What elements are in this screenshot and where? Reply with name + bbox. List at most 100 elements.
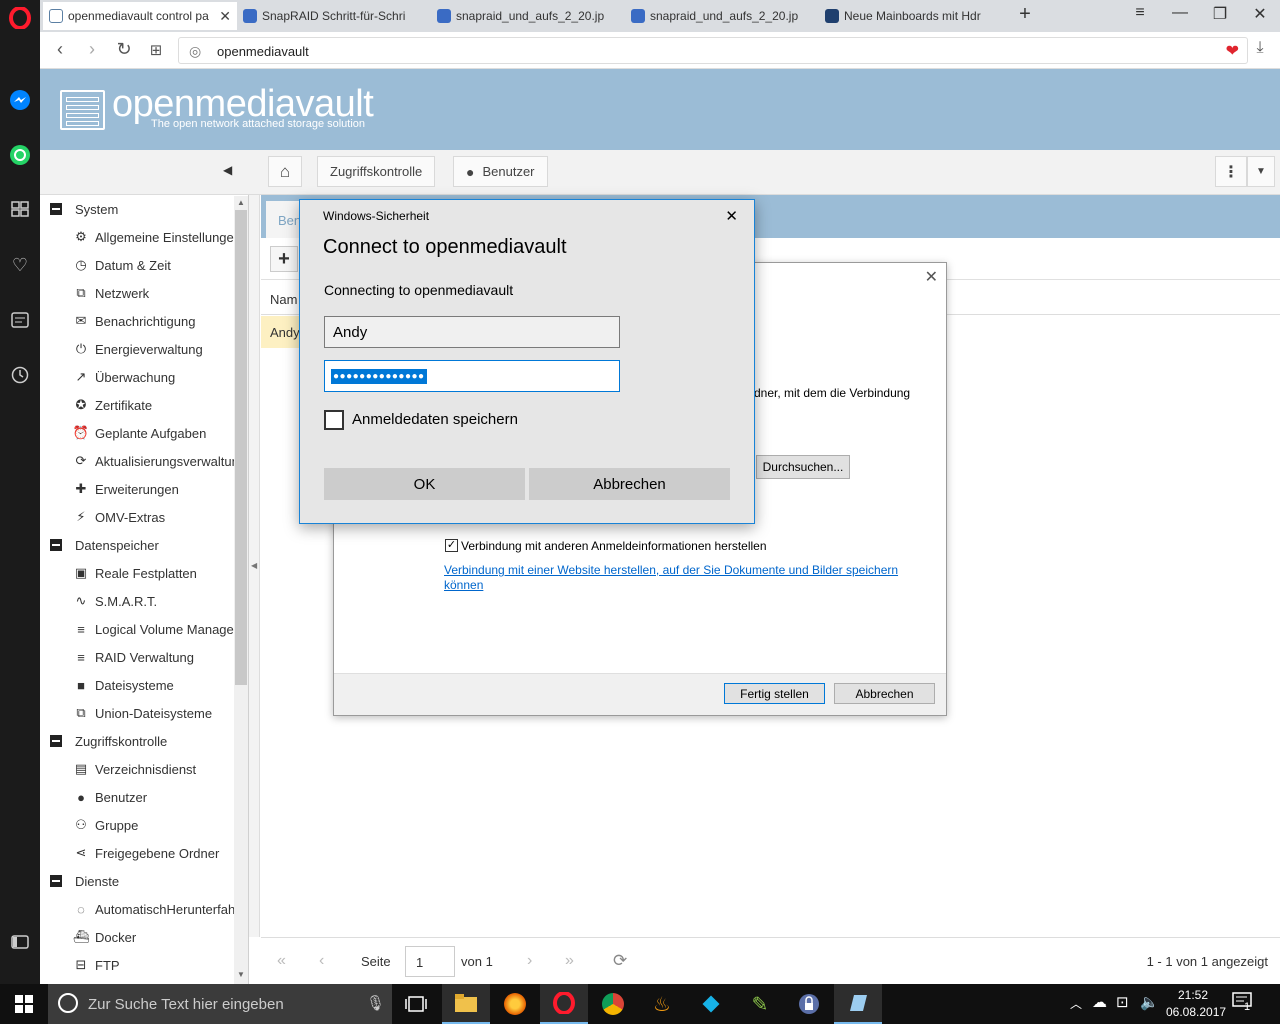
network-tray-icon[interactable]: ⊡ [1116,993,1129,1011]
new-tab-icon[interactable]: + [1010,3,1040,26]
sidebar-item-5-system[interactable]: ↗ Überwachung [40,363,176,391]
nav-scroll-thumb[interactable] [235,210,247,685]
sidebar-item-3-datenspeicher[interactable]: ≡ RAID Verwaltung [40,643,194,671]
sidebar-item-1-datenspeicher[interactable]: ∿ S.M.A.R.T. [40,587,158,615]
sidebar-item-2-datenspeicher[interactable]: ≡ Logical Volume Management [40,615,248,643]
breadcrumb-zugriffskontrolle[interactable]: Zugriffskontrolle [317,156,436,187]
website-link-continued[interactable]: können [444,578,483,592]
sidebar-item-9-system[interactable]: ✚ Erweiterungen [40,475,179,503]
sidebar-item-3-system[interactable]: ✉ Benachrichtigung [40,307,196,335]
collapse-nav-icon[interactable]: ◀ [223,163,232,177]
heart-bookmark-icon[interactable]: ❤ [1226,41,1239,61]
messenger-icon[interactable] [8,88,32,112]
nav-group-zugriffskontrolle[interactable]: Zugriffskontrolle [40,727,167,755]
close-tab-icon[interactable]: ✕ [219,8,231,25]
tab-grid-icon[interactable]: ⊞ [144,41,168,59]
sidebar-toggle-icon[interactable] [8,930,32,954]
nav-group-system[interactable]: System [40,195,118,223]
collapse-minus-icon[interactable] [50,203,62,215]
nav-group-datenspeicher[interactable]: Datenspeicher [40,531,159,559]
sidebar-item-4-datenspeicher[interactable]: ■ Dateisysteme [40,671,174,699]
collapse-minus-icon[interactable] [50,875,62,887]
next-page-icon[interactable]: › [527,952,532,970]
sidebar-item-6-system[interactable]: ✪ Zertifikate [40,391,153,419]
sidebar-item-1-zugriffskontrolle[interactable]: ● Benutzer [40,783,147,811]
ok-button[interactable]: OK [324,468,525,500]
tab-snapraid-guide[interactable]: SnapRAID Schritt-für-Schri [237,2,431,30]
sidebar-item-2-zugriffskontrolle[interactable]: ⚇ Gruppe [40,811,138,839]
microphone-icon[interactable]: 🎙 [366,994,385,1012]
sidebar-item-1-system[interactable]: ◷ Datum & Zeit [40,251,171,279]
sidebar-item-2-dienste[interactable]: ⊟ FTP [40,951,120,979]
wizard-cancel-button[interactable]: Abbrechen [834,683,935,704]
windows-start-icon[interactable] [0,984,48,1024]
sidebar-item-2-system[interactable]: ⧉ Netzwerk [40,279,149,307]
history-icon[interactable] [8,363,32,387]
tab-mainboards[interactable]: Neue Mainboards mit Hdr [819,2,1013,30]
vlc-player-icon[interactable]: ♨ [638,984,686,1024]
back-icon[interactable]: ‹ [48,39,72,60]
finish-button[interactable]: Fertig stellen [724,683,825,704]
page-input[interactable]: 1 [405,946,455,977]
collapse-minus-icon[interactable] [50,539,62,551]
prev-page-icon[interactable]: ‹ [319,952,324,970]
speed-dial-icon[interactable] [8,197,32,221]
sidebar-item-8-system[interactable]: ⟳ Aktualisierungsverwaltung [40,447,246,475]
tray-overflow-icon[interactable]: ︿ [1070,995,1082,1012]
clock-time[interactable]: 21:52 [1178,988,1208,1002]
home-icon[interactable]: ⌂ [268,156,302,187]
close-icon[interactable]: ✕ [725,207,738,225]
website-link[interactable]: Verbindung mit einer Website herstellen,… [444,563,898,577]
reload-icon[interactable]: ↻ [112,39,136,60]
username-field[interactable]: Andy [324,316,620,348]
more-menu-icon[interactable]: ⋮ [1215,156,1247,187]
add-icon[interactable]: + [270,246,298,272]
opera-icon[interactable] [540,984,588,1024]
sidebar-item-10-system[interactable]: ⚡ OMV-Extras [40,503,165,531]
tab-snapraid-image-1[interactable]: snapraid_und_aufs_2_20.jp [431,2,625,30]
sidebar-item-0-datenspeicher[interactable]: ▣ Reale Festplatten [40,559,197,587]
whatsapp-icon[interactable] [8,143,32,167]
remember-credentials-checkbox[interactable] [324,410,344,430]
sidebar-item-7-system[interactable]: ⏰ Geplante Aufgaben [40,419,206,447]
close-window-icon[interactable]: ✕ [1245,4,1275,24]
sidebar-item-1-dienste[interactable]: ⛴ Docker [40,923,136,951]
taskbar-search-box[interactable]: Zur Suche Text hier eingeben 🎙 [48,984,392,1024]
refresh-icon[interactable]: ⟳ [613,951,627,971]
password-field[interactable]: ●●●●●●●●●●●●●● [324,360,620,392]
nav-scrollbar[interactable]: ▲ ▼ [234,196,248,984]
news-icon[interactable] [8,308,32,332]
sidebar-item-0-dienste[interactable]: ◌ AutomatischHerunterfahren [40,895,248,923]
breadcrumb-benutzer[interactable]: ● Benutzer [453,156,548,187]
url-field[interactable]: ◎ openmediavault ❤ [178,37,1248,64]
kodi-icon[interactable] [687,984,735,1024]
file-explorer-icon[interactable] [442,984,490,1024]
tab-menu-icon[interactable]: ≡ [1125,4,1155,22]
lock-app-icon[interactable] [785,984,833,1024]
download-icon[interactable]: ⤓ [1248,39,1272,57]
control-panel-icon[interactable] [834,984,882,1024]
sidebar-item-0-system[interactable]: ⚙ Allgemeine Einstellungen [40,223,241,251]
tab-openmediavault[interactable]: openmediavault control pa ✕ [43,2,237,30]
volume-icon[interactable]: 🔈 [1140,993,1159,1011]
forward-icon[interactable]: › [80,39,104,60]
dropdown-arrow-icon[interactable]: ▼ [1247,156,1275,187]
sidebar-item-3-zugriffskontrolle[interactable]: ⋖ Freigegebene Ordner [40,839,220,867]
firefox-icon[interactable] [491,984,539,1024]
maximize-icon[interactable]: ❐ [1205,4,1235,24]
browse-button[interactable]: Durchsuchen... [756,455,850,479]
nav-splitter[interactable]: ◀ [249,195,260,937]
collapse-minus-icon[interactable] [50,735,62,747]
close-icon[interactable]: ✕ [925,267,938,287]
cancel-button[interactable]: Abbrechen [529,468,730,500]
sidebar-item-5-datenspeicher[interactable]: ⧉ Union-Dateisysteme [40,699,212,727]
credentials-checkbox[interactable]: ✓ [445,539,458,552]
onedrive-icon[interactable]: ☁ [1092,993,1107,1011]
last-page-icon[interactable]: » [565,952,574,970]
tab-snapraid-image-2[interactable]: snapraid_und_aufs_2_20.jp [625,2,819,30]
greenshot-icon[interactable]: ✎ [736,984,784,1024]
column-header-name[interactable]: Nam [270,292,297,307]
heart-bookmarks-icon[interactable]: ♡ [8,253,32,277]
opera-logo-icon[interactable] [8,6,32,30]
sidebar-item-4-system[interactable]: ⏻ Energieverwaltung [40,335,203,363]
